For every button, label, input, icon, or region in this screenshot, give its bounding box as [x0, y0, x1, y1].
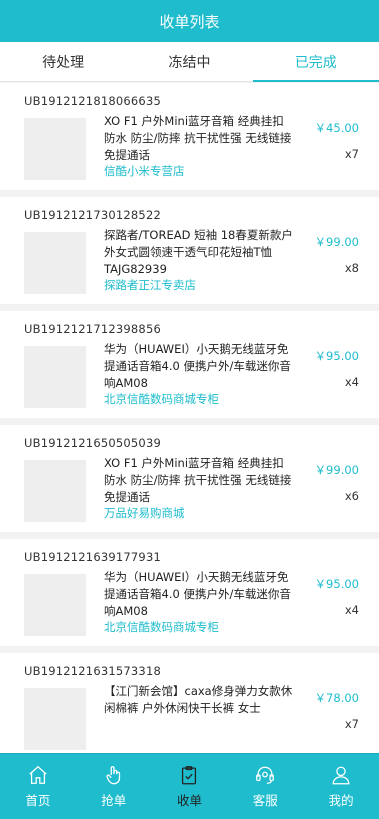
- product-thumbnail: [24, 232, 86, 294]
- order-quantity: x4: [344, 603, 359, 617]
- status-tabs: 待处理 冻结中 已完成: [0, 42, 379, 82]
- tabbar-label: 抢单: [101, 793, 127, 808]
- order-number: UB1912121730128522: [24, 208, 161, 222]
- order-quantity: x6: [344, 489, 359, 503]
- order-price: ￥45.00: [314, 121, 359, 135]
- tabbar-item-orders[interactable]: 收单: [152, 754, 228, 819]
- order-number: UB1912121650505039: [24, 436, 161, 450]
- tabbar-label: 首页: [25, 793, 51, 808]
- app-header: 收单列表: [0, 0, 379, 42]
- order-quantity: x8: [344, 261, 359, 275]
- order-card[interactable]: UB1912121650505039 XO F1 户外Mini蓝牙音箱 经典挂扣…: [0, 425, 379, 532]
- headset-icon: [256, 766, 275, 784]
- tabbar-item-home[interactable]: 首页: [0, 754, 76, 819]
- order-card[interactable]: UB1912121639177931 华为（HUAWEI）小天鹅无线蓝牙免提通话…: [0, 539, 379, 646]
- order-number: UB1912121631573318: [24, 664, 161, 678]
- user-icon: [332, 766, 350, 785]
- order-price: ￥95.00: [314, 577, 359, 591]
- order-list[interactable]: UB1912121818066635 XO F1 户外Mini蓝牙音箱 经典挂扣…: [0, 83, 379, 753]
- order-quantity: x4: [344, 375, 359, 389]
- product-thumbnail: [24, 118, 86, 180]
- order-quantity: x7: [344, 147, 359, 161]
- order-price: ￥95.00: [314, 349, 359, 363]
- tab-frozen[interactable]: 冻结中: [126, 42, 252, 81]
- order-number: UB1912121818066635: [24, 94, 161, 108]
- page-title: 收单列表: [159, 12, 220, 31]
- tabbar-item-profile[interactable]: 我的: [303, 754, 379, 819]
- product-thumbnail: [24, 688, 86, 750]
- bottom-tab-bar: 首页 抢单 收单 客服 我的: [0, 753, 379, 819]
- order-card[interactable]: UB1912121712398856 华为（HUAWEI）小天鹅无线蓝牙免提通话…: [0, 311, 379, 418]
- shop-name[interactable]: 信酷小米专营店: [104, 163, 185, 179]
- order-price: ￥99.00: [314, 235, 359, 249]
- product-title: 华为（HUAWEI）小天鹅无线蓝牙免提通话音箱4.0 便携户外/车载迷你音响AM…: [104, 570, 291, 618]
- product-title: 【江门新会馆】caxa修身弹力女款休闲棉裤 户外休闲快干长裤 女士: [104, 684, 293, 715]
- shop-name[interactable]: 万品好易购商城: [104, 505, 185, 521]
- order-price: ￥78.00: [314, 691, 359, 705]
- product-title: XO F1 户外Mini蓝牙音箱 经典挂扣 防水 防尘/防摔 抗干扰性强 无线链…: [104, 114, 292, 162]
- product-thumbnail: [24, 460, 86, 522]
- tabbar-item-grab[interactable]: 抢单: [76, 754, 152, 819]
- tabbar-item-service[interactable]: 客服: [227, 754, 303, 819]
- order-card[interactable]: UB1912121818066635 XO F1 户外Mini蓝牙音箱 经典挂扣…: [0, 83, 379, 190]
- order-number: UB1912121712398856: [24, 322, 161, 336]
- tabbar-label: 客服: [252, 793, 278, 808]
- tabbar-label: 收单: [176, 793, 202, 808]
- order-number: UB1912121639177931: [24, 550, 161, 564]
- product-thumbnail: [24, 574, 86, 636]
- product-title: 华为（HUAWEI）小天鹅无线蓝牙免提通话音箱4.0 便携户外/车载迷你音响AM…: [104, 342, 291, 390]
- tabbar-label: 我的: [328, 793, 354, 808]
- order-price: ￥99.00: [314, 463, 359, 477]
- product-title: 探路者/TOREAD 短袖 18春夏新款户外女式圆领速干透气印花短袖T恤TAJG…: [104, 228, 293, 276]
- product-title: XO F1 户外Mini蓝牙音箱 经典挂扣 防水 防尘/防摔 抗干扰性强 无线链…: [104, 456, 292, 504]
- clipboard-icon: [182, 766, 197, 785]
- tab-completed[interactable]: 已完成: [252, 42, 379, 82]
- tab-label: 已完成: [294, 54, 337, 71]
- order-card[interactable]: UB1912121730128522 探路者/TOREAD 短袖 18春夏新款户…: [0, 197, 379, 304]
- shop-name[interactable]: 北京信酷数码商城专柜: [104, 619, 219, 635]
- shop-name[interactable]: 北京信酷数码商城专柜: [104, 391, 219, 407]
- tab-label: 待处理: [42, 54, 85, 71]
- tab-pending[interactable]: 待处理: [0, 42, 126, 81]
- shop-name[interactable]: 探路者正江专卖店: [104, 277, 196, 293]
- hand-icon: [106, 766, 120, 785]
- product-thumbnail: [24, 346, 86, 408]
- tab-label: 冻结中: [168, 54, 211, 71]
- order-quantity: x7: [344, 717, 359, 731]
- home-icon: [29, 765, 47, 784]
- order-card[interactable]: UB1912121631573318 【江门新会馆】caxa修身弹力女款休闲棉裤…: [0, 653, 379, 753]
